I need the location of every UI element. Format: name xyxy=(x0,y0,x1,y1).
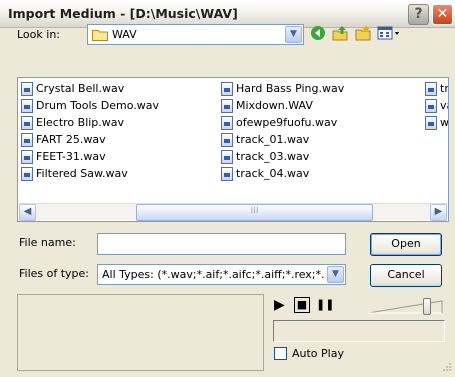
volume-thumb[interactable] xyxy=(423,298,431,315)
files-of-type-select[interactable]: All Types: (*.wav;*.aif;*.aifc;*.aiff;*.… xyxy=(97,264,346,285)
chevron-down-icon[interactable]: ▼ xyxy=(285,26,302,43)
play-button[interactable]: ▶ xyxy=(274,297,290,313)
scroll-left-icon[interactable]: ◀ xyxy=(19,204,36,221)
help-button[interactable]: ? xyxy=(408,4,429,25)
wav-file-icon xyxy=(425,99,437,113)
wav-file-icon xyxy=(425,82,437,96)
file-name: track_04.wav xyxy=(236,167,310,180)
auto-play-checkbox[interactable] xyxy=(274,347,287,360)
file-name-label: File name: xyxy=(19,236,76,249)
files-of-type-value: All Types: (*.wav;*.aif;*.aifc;*.aiff;*.… xyxy=(102,268,324,281)
wav-file-icon xyxy=(221,99,233,113)
window-title: Import Medium - [D:\Music\WAV] xyxy=(8,6,238,21)
scroll-right-icon[interactable]: ▶ xyxy=(430,204,447,221)
back-icon[interactable] xyxy=(309,25,327,43)
chevron-down-icon[interactable]: ▼ xyxy=(327,266,344,283)
files-of-type-label: Files of type: xyxy=(19,267,90,280)
wav-file-icon xyxy=(221,150,233,164)
file-name: track_03.wav xyxy=(236,150,310,163)
wav-file-icon xyxy=(21,116,33,130)
file-name: Filtered Saw.wav xyxy=(36,167,128,180)
open-button[interactable]: Open xyxy=(370,233,442,256)
look-in-combo[interactable]: WAV ▼ xyxy=(87,24,304,45)
wav-file-icon xyxy=(221,133,233,147)
volume-slider-track xyxy=(367,300,443,314)
file-name: Drum Tools Demo.wav xyxy=(36,99,160,112)
folder-icon xyxy=(92,30,108,41)
wav-file-icon xyxy=(21,99,33,113)
file-name: va xyxy=(440,99,448,112)
file-name: FART 25.wav xyxy=(36,133,106,146)
wav-file-icon xyxy=(21,167,33,181)
close-button[interactable]: ✕ xyxy=(432,4,453,25)
file-name: Hard Bass Ping.wav xyxy=(236,82,345,95)
view-menu-icon[interactable] xyxy=(376,25,402,43)
file-name: ofewpe9fuofu.wav xyxy=(236,116,338,129)
playback-progress xyxy=(273,320,445,342)
file-name-input[interactable] xyxy=(97,233,346,255)
file-name: FEET-31.wav xyxy=(36,150,106,163)
new-folder-icon[interactable] xyxy=(354,25,372,43)
wav-file-icon xyxy=(21,133,33,147)
up-folder-icon[interactable] xyxy=(331,25,349,43)
pause-button[interactable]: ❚❚ xyxy=(316,297,334,313)
file-name: Mixdown.WAV xyxy=(236,99,313,112)
cancel-button[interactable]: Cancel xyxy=(370,264,442,287)
wav-file-icon xyxy=(221,167,233,181)
resize-grip-icon[interactable] xyxy=(440,362,452,374)
wav-file-icon xyxy=(21,82,33,96)
volume-slider[interactable] xyxy=(366,298,444,316)
wav-file-icon xyxy=(425,116,437,130)
import-medium-dialog: Import Medium - [D:\Music\WAV] ? ✕ Look … xyxy=(0,0,455,377)
look-in-value: WAV xyxy=(112,28,137,41)
stop-button[interactable]: ■ xyxy=(294,297,310,313)
scroll-thumb[interactable]: III xyxy=(136,204,373,221)
file-name: Electro Blip.wav xyxy=(36,116,125,129)
wav-file-icon xyxy=(221,82,233,96)
auto-play-label: Auto Play xyxy=(292,347,344,360)
file-name: Crystal Bell.wav xyxy=(36,82,125,95)
file-list[interactable]: Crystal Bell.wav Drum Tools Demo.wav Ele… xyxy=(17,77,449,222)
file-name: track_01.wav xyxy=(236,133,310,146)
wav-file-icon xyxy=(221,116,233,130)
look-in-label: Look in: xyxy=(17,28,60,41)
file-name: tra xyxy=(440,82,449,95)
horizontal-scrollbar[interactable]: ◀ III ▶ xyxy=(19,203,447,221)
wav-file-icon xyxy=(21,150,33,164)
file-name: we xyxy=(440,116,449,129)
preview-panel xyxy=(17,294,264,371)
